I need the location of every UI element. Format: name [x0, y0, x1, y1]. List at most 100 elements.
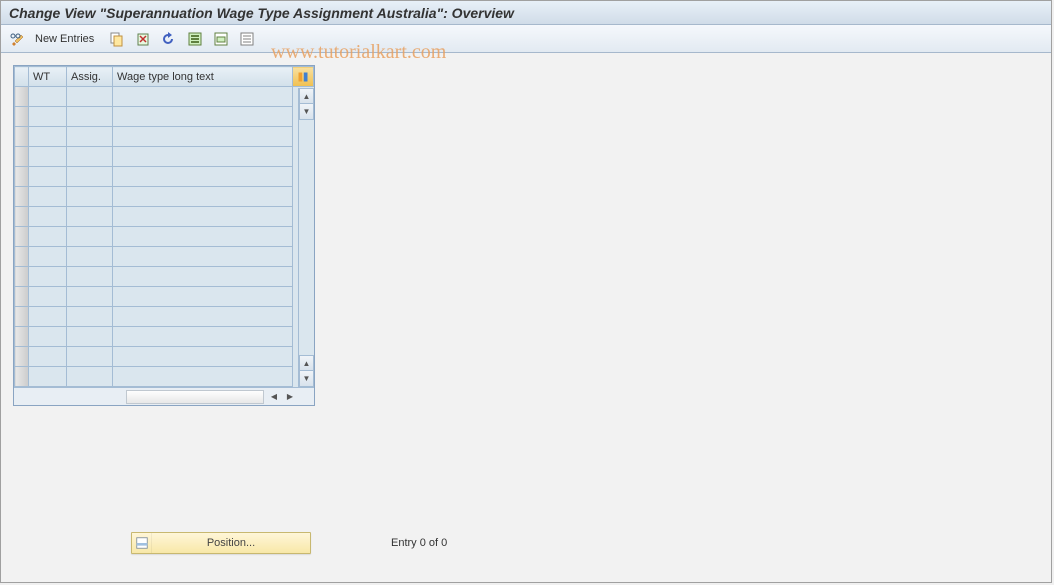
cell-wage_long[interactable]	[113, 127, 293, 147]
column-header-assig[interactable]: Assig.	[67, 67, 113, 87]
table-row	[15, 287, 314, 307]
pencil-glasses-icon	[10, 31, 26, 47]
cell-assig[interactable]	[67, 267, 113, 287]
copy-as-button[interactable]	[106, 28, 128, 50]
column-header-wt[interactable]: WT	[29, 67, 67, 87]
row-selector[interactable]	[15, 367, 29, 387]
cell-wt[interactable]	[29, 307, 67, 327]
hscroll-left-button[interactable]: ◀	[267, 390, 281, 404]
cell-wage_long[interactable]	[113, 107, 293, 127]
row-selector[interactable]	[15, 247, 29, 267]
cell-assig[interactable]	[67, 207, 113, 227]
position-button[interactable]: Position...	[131, 532, 311, 554]
cell-wt[interactable]	[29, 107, 67, 127]
cell-wt[interactable]	[29, 347, 67, 367]
table-row	[15, 267, 314, 287]
cell-wt[interactable]	[29, 287, 67, 307]
row-selector[interactable]	[15, 127, 29, 147]
table-row	[15, 367, 314, 387]
select-block-button[interactable]	[210, 28, 232, 50]
row-selector[interactable]	[15, 107, 29, 127]
cell-assig[interactable]	[67, 87, 113, 107]
cell-assig[interactable]	[67, 367, 113, 387]
scroll-down-step-button[interactable]: ▲	[299, 355, 314, 371]
row-selector[interactable]	[15, 287, 29, 307]
scroll-up-step-button[interactable]: ▼	[299, 104, 314, 120]
row-selector[interactable]	[15, 87, 29, 107]
cell-wage_long[interactable]	[113, 347, 293, 367]
cell-wt[interactable]	[29, 207, 67, 227]
new-entries-button[interactable]: New Entries	[33, 28, 102, 50]
cell-wage_long[interactable]	[113, 367, 293, 387]
title-bar: Change View "Superannuation Wage Type As…	[1, 1, 1051, 25]
undo-icon	[161, 31, 177, 47]
cell-wage_long[interactable]	[113, 267, 293, 287]
cell-assig[interactable]	[67, 327, 113, 347]
toggle-display-change-button[interactable]	[7, 28, 29, 50]
cell-wage_long[interactable]	[113, 307, 293, 327]
table-row	[15, 347, 314, 367]
cell-wt[interactable]	[29, 127, 67, 147]
cell-wage_long[interactable]	[113, 287, 293, 307]
row-selector[interactable]	[15, 227, 29, 247]
cell-wt[interactable]	[29, 247, 67, 267]
cell-wage_long[interactable]	[113, 247, 293, 267]
select-all-button[interactable]	[184, 28, 206, 50]
table-row	[15, 167, 314, 187]
row-selector[interactable]	[15, 347, 29, 367]
scroll-track[interactable]	[299, 120, 314, 355]
footer-area: Position... Entry 0 of 0	[131, 532, 447, 554]
cell-assig[interactable]	[67, 247, 113, 267]
cell-wt[interactable]	[29, 87, 67, 107]
scroll-down-button[interactable]: ▼	[299, 371, 314, 387]
cell-wage_long[interactable]	[113, 227, 293, 247]
cell-wage_long[interactable]	[113, 207, 293, 227]
row-selector[interactable]	[15, 207, 29, 227]
select-block-icon	[213, 31, 229, 47]
deselect-all-button[interactable]	[236, 28, 258, 50]
vertical-scrollbar[interactable]: ▲ ▼ ▲ ▼	[298, 88, 314, 387]
cell-assig[interactable]	[67, 307, 113, 327]
cell-wt[interactable]	[29, 327, 67, 347]
delete-button[interactable]	[132, 28, 154, 50]
cell-wt[interactable]	[29, 147, 67, 167]
cell-assig[interactable]	[67, 147, 113, 167]
cell-wt[interactable]	[29, 187, 67, 207]
cell-wt[interactable]	[29, 367, 67, 387]
horizontal-scrollbar[interactable]: ◀ ▶	[14, 387, 314, 405]
row-selector[interactable]	[15, 267, 29, 287]
cell-wage_long[interactable]	[113, 87, 293, 107]
cell-wage_long[interactable]	[113, 327, 293, 347]
undo-button[interactable]	[158, 28, 180, 50]
data-table: WT Assig. Wage type long text	[14, 66, 314, 387]
cell-wt[interactable]	[29, 267, 67, 287]
cell-wt[interactable]	[29, 227, 67, 247]
content-area: WT Assig. Wage type long text	[1, 53, 1051, 418]
cell-wage_long[interactable]	[113, 147, 293, 167]
cell-assig[interactable]	[67, 347, 113, 367]
cell-assig[interactable]	[67, 107, 113, 127]
row-selector[interactable]	[15, 327, 29, 347]
row-selector[interactable]	[15, 187, 29, 207]
scroll-up-button[interactable]: ▲	[299, 88, 314, 104]
cell-wage_long[interactable]	[113, 167, 293, 187]
table-row	[15, 227, 314, 247]
cell-wt[interactable]	[29, 167, 67, 187]
cell-assig[interactable]	[67, 187, 113, 207]
hscroll-right-button[interactable]: ▶	[283, 390, 297, 404]
cell-assig[interactable]	[67, 127, 113, 147]
column-header-wage-long[interactable]: Wage type long text	[113, 67, 293, 87]
select-all-rows-header[interactable]	[15, 67, 29, 87]
position-button-label: Position...	[152, 537, 310, 549]
delete-icon	[135, 31, 151, 47]
cell-assig[interactable]	[67, 227, 113, 247]
row-selector[interactable]	[15, 307, 29, 327]
cell-assig[interactable]	[67, 167, 113, 187]
table-configure-button[interactable]	[293, 67, 314, 87]
row-selector[interactable]	[15, 167, 29, 187]
cell-assig[interactable]	[67, 287, 113, 307]
copy-icon	[109, 31, 125, 47]
cell-wage_long[interactable]	[113, 187, 293, 207]
hscroll-track[interactable]	[126, 390, 264, 404]
row-selector[interactable]	[15, 147, 29, 167]
